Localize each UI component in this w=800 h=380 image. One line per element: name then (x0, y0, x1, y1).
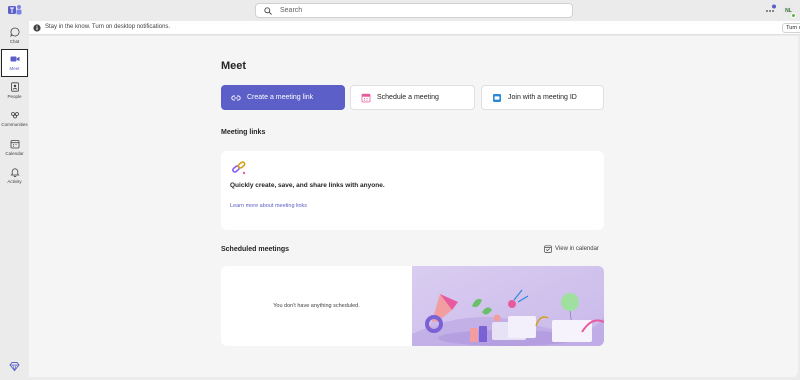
rail-item-activity[interactable]: Activity (1, 163, 28, 191)
page-title: Meet (221, 60, 247, 72)
schedule-meeting-button[interactable]: Schedule a meeting (350, 85, 475, 110)
calendar-icon (10, 140, 19, 149)
notification-banner: Stay in the know. Turn on desktop notifi… (29, 21, 800, 35)
rail-item-label: Communities (1, 122, 28, 127)
meeting-links-description: Quickly create, save, and share links wi… (230, 182, 385, 189)
app-rail: Chat Meet People Communities Calendar Ac… (0, 21, 29, 380)
create-meeting-link-button[interactable]: Create a meeting link (221, 85, 345, 110)
view-in-calendar-label: View in calendar (555, 246, 599, 252)
video-camera-icon (10, 56, 19, 62)
premium-diamond-icon[interactable] (9, 361, 20, 372)
search-placeholder: Search (280, 7, 303, 14)
notification-message: Stay in the know. Turn on desktop notifi… (45, 24, 171, 30)
empty-state-message: You don't have anything scheduled. (273, 303, 360, 309)
scheduled-meetings-heading: Scheduled meetings (221, 246, 290, 253)
bell-icon (9, 168, 20, 177)
communities-icon (10, 112, 19, 119)
calendar-icon (361, 93, 371, 102)
rail-item-calendar[interactable]: Calendar (1, 135, 28, 163)
calendar-icon (544, 245, 552, 253)
contact-card-icon (10, 82, 19, 92)
meeting-links-heading: Meeting links (221, 129, 266, 136)
join-with-meeting-id-button[interactable]: Join with a meeting ID (481, 85, 604, 110)
chain-link-illustration-icon (232, 161, 246, 175)
join-with-meeting-id-label: Join with a meeting ID (508, 94, 577, 101)
link-icon (231, 95, 241, 100)
info-icon (33, 24, 41, 32)
rail-item-chat[interactable]: Chat (1, 23, 28, 51)
rail-item-label: Activity (7, 179, 22, 184)
search-box[interactable]: Search (255, 3, 573, 18)
avatar-initials: NL (785, 7, 792, 14)
more-options-icon[interactable] (763, 4, 777, 16)
schedule-meeting-label: Schedule a meeting (377, 94, 439, 101)
teams-logo-icon[interactable] (8, 4, 22, 16)
scheduled-meetings-card: You don't have anything scheduled. (221, 266, 604, 346)
rail-item-meet[interactable]: Meet (1, 49, 28, 77)
create-meeting-link-label: Create a meeting link (247, 94, 314, 101)
rail-item-label: People (7, 94, 22, 99)
title-bar: Search NL (0, 0, 800, 21)
rail-item-label: Calendar (5, 151, 24, 156)
turn-on-button[interactable]: Turn on (782, 23, 800, 33)
view-in-calendar-button[interactable]: View in calendar (544, 245, 599, 253)
chat-icon (9, 27, 19, 37)
avatar[interactable]: NL (782, 4, 796, 18)
rail-item-label: Chat (9, 39, 20, 44)
presence-indicator (791, 13, 796, 18)
meetings-illustration (412, 266, 604, 346)
rail-item-label: Meet (9, 66, 20, 71)
rail-item-communities[interactable]: Communities (1, 106, 28, 134)
rail-item-people[interactable]: People (1, 78, 28, 106)
learn-more-link[interactable]: Learn more about meeting links (230, 203, 307, 209)
meeting-links-card: Quickly create, save, and share links wi… (221, 151, 604, 230)
search-icon (264, 6, 272, 15)
meeting-id-icon (493, 93, 501, 102)
